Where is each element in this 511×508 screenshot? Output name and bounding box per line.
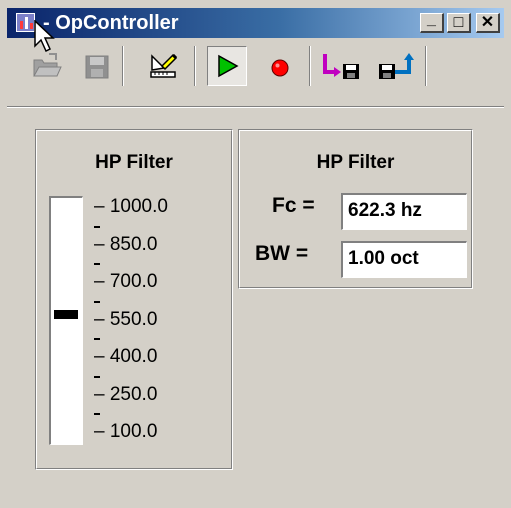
client-area: HP Filter – 1000.0 – 850.0 – 700.0 – 550.0 –… [10, 113, 507, 505]
toolbar-separator [194, 46, 196, 86]
slider-panel-title: HP Filter [95, 152, 173, 173]
toolbar-separator [309, 46, 311, 86]
slider-minor-tick [94, 300, 100, 303]
slider-minor-tick [94, 338, 100, 341]
window-title: - OpController [43, 12, 179, 34]
slider-minor-tick [94, 375, 100, 378]
load-preset-button[interactable] [319, 48, 367, 84]
slider-minor-tick [94, 263, 100, 266]
edit-button[interactable] [145, 48, 181, 84]
slider-tick-label: – 850.0 [94, 233, 158, 255]
close-icon: ✕ [480, 14, 495, 31]
toolbar-separator [122, 46, 124, 86]
title-bar[interactable]: - OpController _ □ ✕ [7, 8, 504, 38]
play-icon [218, 54, 239, 78]
bw-value-field[interactable]: 1.00 oct [341, 241, 467, 278]
slider-tick-label: – 250.0 [94, 383, 158, 405]
load-preset-icon [323, 54, 359, 79]
minimize-button[interactable]: _ [420, 11, 444, 33]
save-preset-button[interactable] [373, 48, 421, 84]
app-window: - OpController _ □ ✕ HP Filter – 1000.0 … [0, 0, 511, 508]
record-button[interactable] [262, 48, 298, 84]
save-disk-icon [85, 55, 109, 79]
slider-tick-label: – 1000.0 [94, 196, 168, 217]
mouse-cursor-icon [34, 20, 55, 53]
hp-filter-slider-panel: HP Filter – 1000.0 – 850.0 – 700.0 – 550.0 –… [35, 129, 233, 470]
slider-minor-tick [94, 225, 100, 228]
params-panel-title: HP Filter [316, 152, 395, 173]
record-icon [271, 59, 289, 77]
close-button[interactable]: ✕ [476, 13, 500, 33]
hp-filter-params-panel: HP Filter Fc = 622.3 hz BW = 1.00 oct [238, 129, 473, 289]
save-button[interactable] [79, 48, 115, 84]
play-button[interactable] [207, 46, 247, 86]
edit-ruler-icon [150, 53, 178, 78]
slider-tick-label: – 550.0 [94, 308, 158, 330]
slider-tick-label: – 700.0 [94, 271, 158, 292]
maximize-icon: □ [453, 14, 464, 31]
bw-label: BW = [255, 242, 309, 265]
maximize-button[interactable]: □ [447, 13, 471, 33]
toolbar-divider [7, 106, 504, 108]
app-icon[interactable] [16, 13, 35, 32]
slider-tick-label: – 100.0 [94, 421, 158, 442]
fc-value-field[interactable]: 622.3 hz [341, 193, 467, 230]
save-preset-icon [379, 53, 414, 79]
fc-slider-track[interactable] [49, 196, 83, 445]
slider-tick-label: – 400.0 [94, 346, 158, 367]
toolbar [7, 40, 504, 110]
toolbar-separator [425, 46, 427, 86]
slider-minor-tick [94, 413, 100, 416]
minimize-icon: _ [427, 11, 436, 28]
fc-slider-thumb[interactable] [54, 310, 78, 320]
fc-label: Fc = [272, 194, 315, 217]
